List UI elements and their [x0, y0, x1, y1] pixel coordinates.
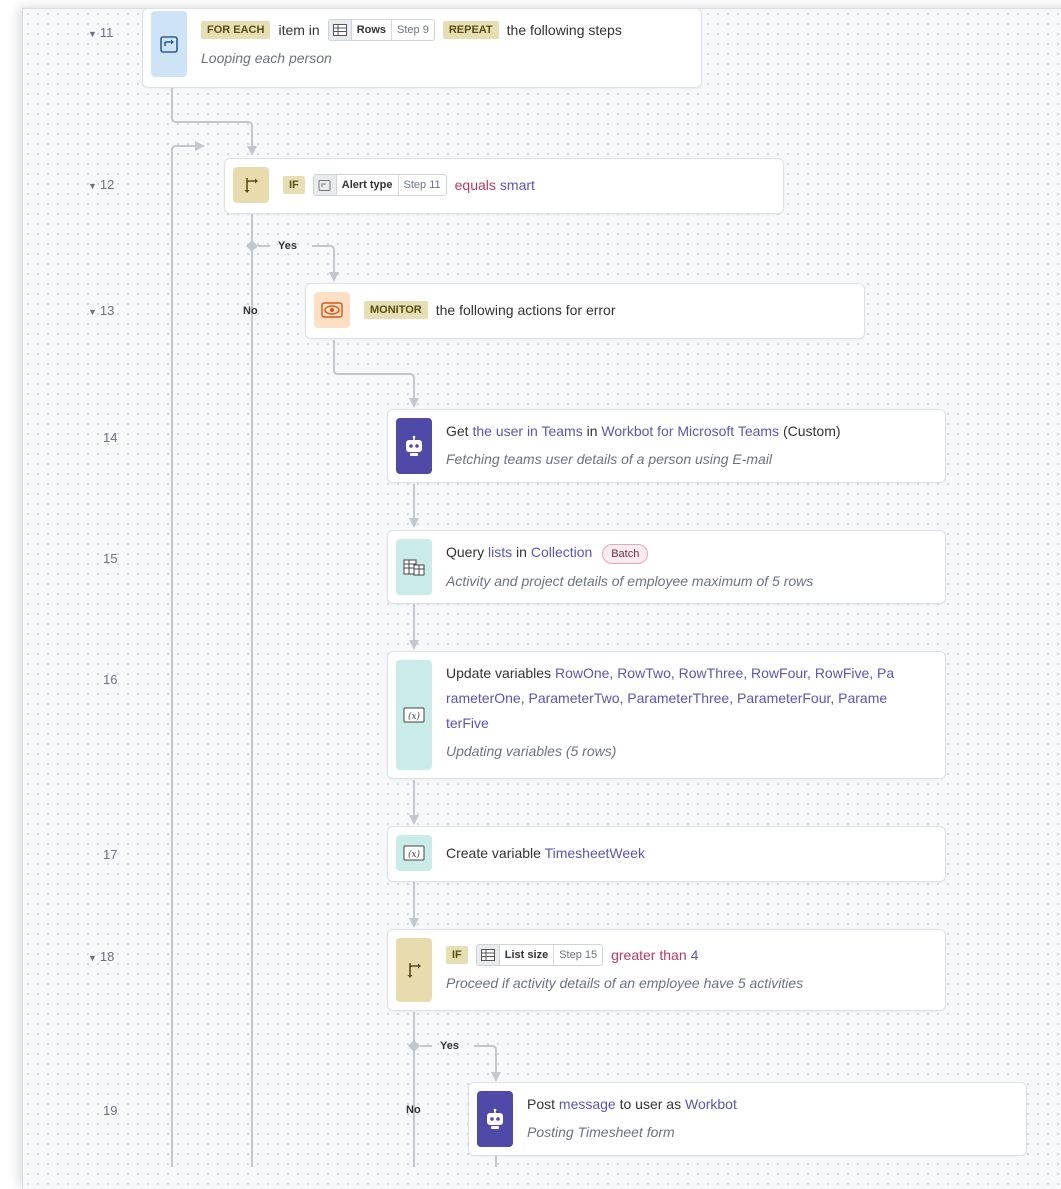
step-description: Updating variables (5 rows) [446, 743, 617, 759]
step-description: Activity and project details of employee… [446, 573, 814, 589]
yes-branch-label: Yes [440, 1040, 459, 1052]
branch-icon [233, 167, 269, 203]
no-branch-label: No [243, 305, 258, 317]
step-number-14: 14 [103, 430, 118, 445]
step-number-15: 15 [103, 551, 118, 566]
branch-icon [396, 938, 432, 1002]
datapill-rows[interactable]: Rows Step 9 [327, 19, 435, 41]
step-number-13[interactable]: ▼ 13 [88, 303, 114, 318]
step-description: Looping each person [201, 50, 332, 66]
object-link[interactable]: the user in Teams [472, 423, 582, 439]
monitor-keyword: MONITOR [364, 301, 428, 319]
svg-text:(x): (x) [408, 711, 421, 722]
step-number-17: 17 [103, 847, 118, 862]
loop-icon [151, 11, 187, 77]
robot-icon [477, 1091, 513, 1147]
no-branch-label: No [406, 1104, 421, 1116]
step-card-16[interactable]: (x) Update variables RowOne, RowTwo, Row… [387, 651, 946, 779]
caret-down-icon[interactable]: ▼ [88, 29, 97, 39]
step-card-19[interactable]: Post message to user as Workbot Posting … [468, 1082, 1027, 1156]
step-card-14[interactable]: Get the user in Teams in Workbot for Mic… [387, 409, 946, 483]
repeat-keyword: REPEAT [442, 21, 499, 39]
table-icon [396, 539, 432, 595]
datapill-list-size[interactable]: List size Step 15 [475, 944, 604, 966]
object-link[interactable]: lists [488, 544, 512, 560]
variable-icon: (x) [396, 835, 432, 871]
step-card-17[interactable]: (x) Create variable TimesheetWeek [387, 826, 946, 882]
loop-icon [313, 175, 337, 195]
step-card-18[interactable]: IF List size Step 15 greater than 4 Proc… [387, 929, 946, 1011]
step-number-16: 16 [103, 672, 118, 687]
if-keyword: IF [446, 946, 468, 964]
table-icon [328, 20, 352, 40]
datapill-alert-type[interactable]: Alert type Step 11 [312, 174, 447, 196]
if-keyword: IF [283, 176, 305, 194]
object-link[interactable]: message [559, 1096, 616, 1112]
step-card-15[interactable]: Query lists in Collection Batch Activity… [387, 530, 946, 604]
foreach-keyword: FOR EACH [201, 21, 271, 39]
variable-icon: (x) [396, 660, 432, 770]
caret-down-icon[interactable]: ▼ [88, 953, 97, 963]
robot-icon [396, 418, 432, 474]
step-number-19: 19 [103, 1103, 118, 1118]
eye-icon [314, 292, 350, 328]
step-card-13[interactable]: MONITOR the following actions for error [305, 283, 865, 339]
step-description: Fetching teams user details of a person … [446, 451, 773, 467]
caret-down-icon[interactable]: ▼ [88, 307, 97, 317]
step-number-18[interactable]: ▼ 18 [88, 949, 114, 964]
svg-text:(x): (x) [408, 849, 421, 860]
yes-branch-label: Yes [278, 240, 297, 252]
step-description: Proceed if activity details of an employ… [446, 975, 804, 991]
step-description: Posting Timesheet form [527, 1124, 675, 1140]
step-card-11[interactable]: FOR EACH item in Rows Step 9 REPEAT the … [142, 8, 702, 88]
caret-down-icon[interactable]: ▼ [88, 181, 97, 191]
app-link[interactable]: Workbot for Microsoft Teams [601, 423, 779, 439]
step-card-12[interactable]: IF Alert type Step 11 equals smart [224, 158, 784, 214]
app-link[interactable]: Workbot [685, 1096, 737, 1112]
step-number-12[interactable]: ▼ 12 [88, 177, 114, 192]
table-icon [476, 945, 500, 965]
batch-badge: Batch [602, 544, 649, 564]
app-link[interactable]: Collection [531, 544, 592, 560]
step-number-11[interactable]: ▼ 11 [88, 25, 113, 40]
